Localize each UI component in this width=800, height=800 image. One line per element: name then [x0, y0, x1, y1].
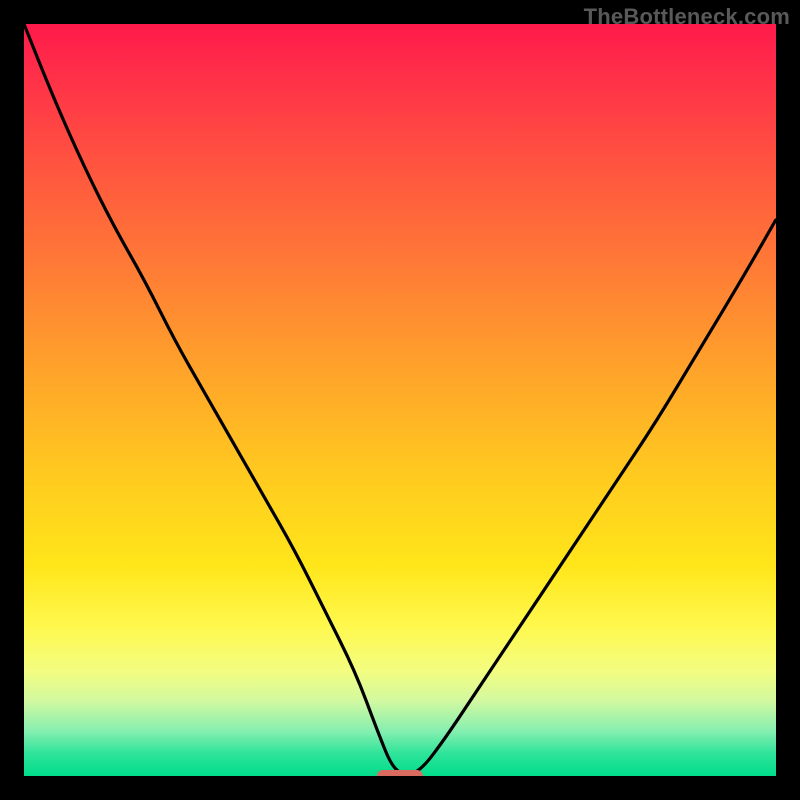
- watermark-text: TheBottleneck.com: [584, 4, 790, 30]
- chart-frame: TheBottleneck.com: [0, 0, 800, 800]
- plot-area: [24, 24, 776, 776]
- curve-svg: [24, 24, 776, 776]
- bottleneck-curve: [24, 24, 776, 774]
- minimum-marker: [377, 770, 422, 776]
